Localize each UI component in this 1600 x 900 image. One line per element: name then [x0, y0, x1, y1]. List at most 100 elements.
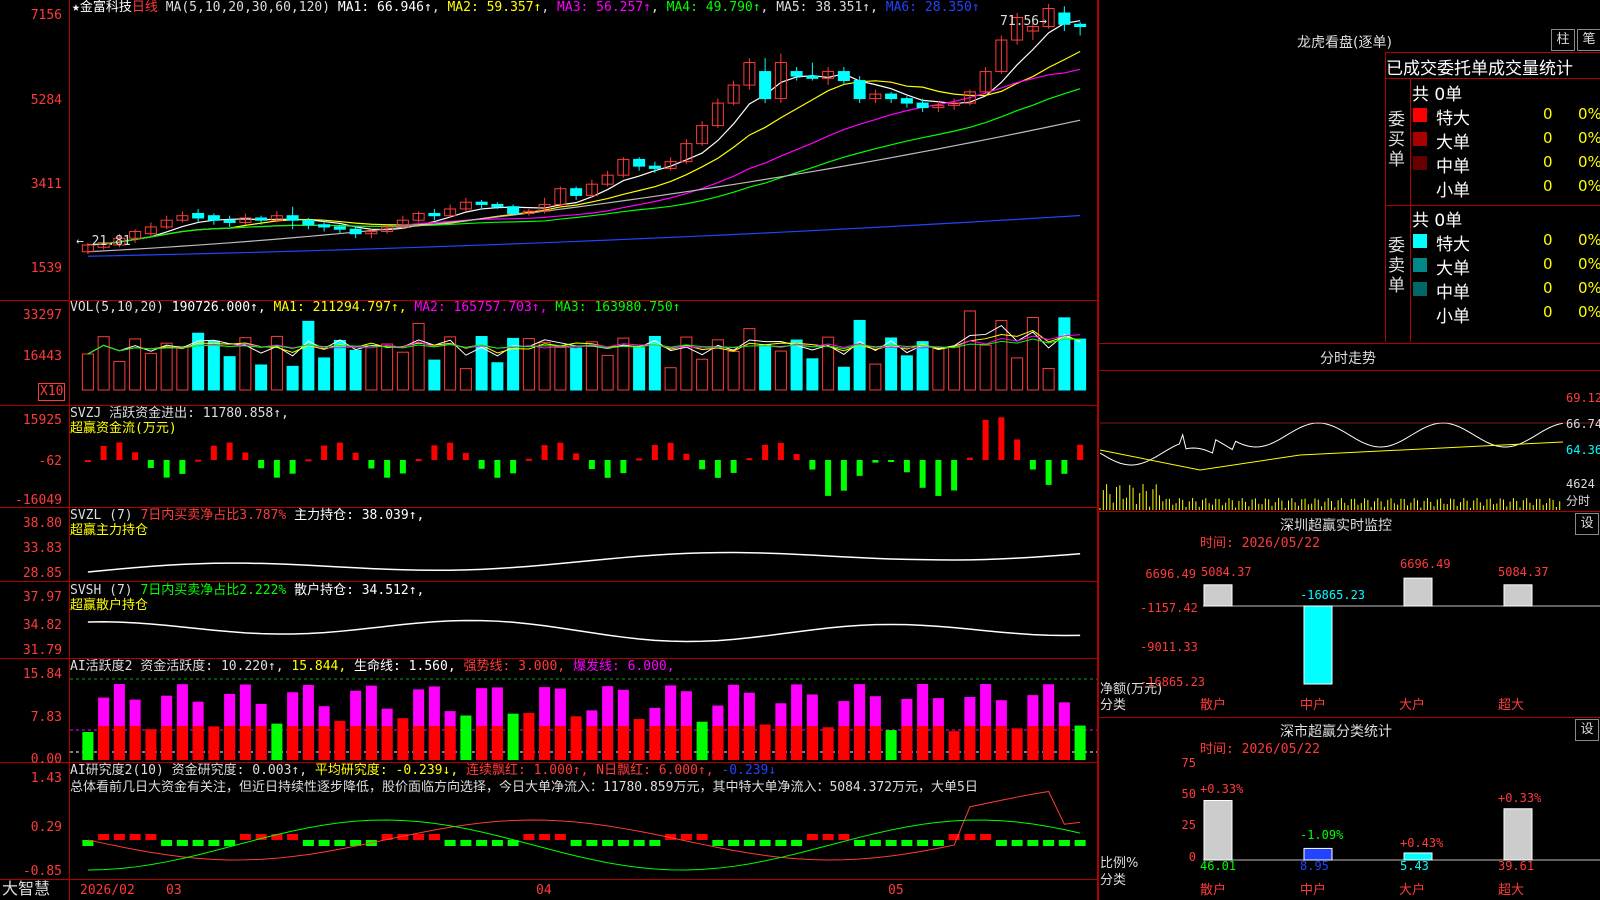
buy-order-label: 委买单: [1388, 110, 1405, 170]
research-bar: [1058, 840, 1070, 846]
research-bar: [98, 834, 110, 840]
mon-class-label: 分类: [1100, 698, 1127, 713]
research-bar: [728, 840, 740, 846]
tick-mode-button[interactable]: 笔: [1577, 29, 1600, 51]
vol-bar: [743, 328, 756, 391]
activity-bar: [460, 715, 472, 760]
vol-bar: [192, 332, 205, 391]
flow-bar: [431, 445, 438, 460]
stat-settings-button[interactable]: 设: [1575, 719, 1599, 741]
ma6-value: MA6: 28.350↑: [885, 0, 980, 15]
research-bar: [1043, 840, 1055, 846]
buy-row-name: 特大: [1436, 109, 1470, 129]
monitor-settings-button[interactable]: 设: [1575, 513, 1599, 535]
vol-bar: [255, 364, 268, 391]
ma-params: MA(5,10,20,30,60,120): [165, 0, 331, 15]
candle-body: [428, 212, 441, 217]
flow-bar: [762, 444, 769, 460]
research-bar: [712, 840, 724, 846]
stat-value: 46.01: [1200, 859, 1237, 873]
svzl-hold: 主力持仓: 38.039↑,: [294, 508, 425, 523]
stat-value: 8.95: [1300, 859, 1329, 873]
ai1-header: AI活跃度2 资金活跃度: 10.220↑, 15.844, 生命线: 1.56…: [70, 659, 675, 675]
flow-bar: [242, 452, 249, 460]
flow-bar: [116, 442, 123, 460]
mon-value: -16865.23: [1300, 588, 1366, 602]
buy-row-count: 0: [1543, 177, 1553, 195]
ma-line: [87, 214, 1081, 257]
candle-body: [207, 215, 220, 221]
vol-bar: [491, 362, 504, 391]
buy-row-pct: 0%: [1578, 153, 1600, 171]
vol-axis-label: 33297: [22, 308, 62, 323]
date-label: 2026/02: [80, 883, 135, 898]
ai1-v2: 15.844,: [291, 659, 347, 674]
monitor-bar: [1303, 605, 1333, 685]
period-label[interactable]: 日线: [132, 0, 158, 15]
svzl-axis: 33.83: [22, 541, 62, 556]
activity-bar: [696, 721, 708, 760]
flow-bar: [462, 453, 469, 460]
research-bar: [743, 840, 755, 846]
vol-bar: [633, 347, 646, 391]
flow-bar: [384, 460, 391, 478]
column-mode-button[interactable]: 柱: [1551, 29, 1575, 51]
research-bar: [1027, 840, 1039, 846]
monitor-time: 时间: 2026/05/22: [1200, 536, 1320, 551]
svsh-sub: 超赢散户持仓: [70, 598, 149, 613]
research-bar: [334, 840, 346, 846]
research-bar: [680, 834, 692, 840]
flow-bar: [746, 458, 753, 461]
vol-bar: [412, 322, 425, 391]
flow-bar: [573, 453, 580, 460]
research-bar: [302, 840, 314, 846]
ai2-neg: -0.239↓: [721, 763, 777, 778]
vol-bar: [1042, 368, 1055, 391]
activity-bar: [491, 726, 503, 760]
research-bar: [224, 840, 236, 846]
activity-bar: [239, 726, 251, 760]
research-bar: [129, 834, 141, 840]
flow-bar: [100, 445, 107, 460]
price-axis-label: 7156: [30, 8, 62, 23]
cat-label: 超大: [1498, 698, 1525, 713]
flow-bar: [714, 460, 721, 478]
ai2-axis: -0.85: [22, 864, 62, 879]
flow-bar: [730, 460, 737, 473]
ai2-axis: 1.43: [30, 771, 62, 786]
candle-body: [570, 188, 583, 196]
research-bar: [869, 840, 881, 846]
vol-bar: [302, 320, 315, 391]
ai2-header: AI研究度2(10) 资金研究度: 0.003↑, 平均研究度: -0.239↓…: [70, 763, 776, 779]
svzl-axis: 28.85: [22, 566, 62, 581]
vol-bar: [916, 341, 929, 391]
flow-bar: [336, 442, 343, 460]
stat-title: 深市超赢分类统计: [1280, 724, 1392, 740]
low-mark: ← 21.81: [76, 234, 131, 249]
candle-body: [475, 201, 488, 205]
star-icon[interactable]: ★: [72, 0, 80, 15]
candle-body: [853, 80, 866, 100]
svsh-hold: 散户持仓: 34.512↑,: [294, 583, 425, 598]
activity-bar: [791, 726, 803, 760]
activity-bar: [476, 726, 488, 760]
vol-bar: [948, 346, 961, 391]
activity-bar: [176, 726, 188, 760]
ma3-value: MA3: 56.257↑: [557, 0, 651, 15]
stat-time: 时间: 2026/05/22: [1200, 742, 1320, 757]
research-bar: [775, 840, 787, 846]
vol-ma-line: [87, 324, 1081, 357]
activity-bar: [728, 726, 740, 760]
month-label: 03: [166, 883, 182, 898]
stat-axis: 0: [1188, 850, 1196, 864]
vol-bar: [759, 344, 772, 391]
svzl-sub: 超赢主力持仓: [70, 523, 149, 538]
activity-bar: [822, 727, 834, 760]
research-bar: [113, 834, 125, 840]
research-bar: [980, 834, 992, 840]
sell-row-count: 0: [1543, 255, 1553, 273]
activity-bar: [539, 726, 551, 760]
flow-bar: [840, 460, 847, 491]
ai2-avg: 平均研究度: -0.239↓,: [314, 763, 459, 778]
flow-bar: [825, 460, 832, 496]
